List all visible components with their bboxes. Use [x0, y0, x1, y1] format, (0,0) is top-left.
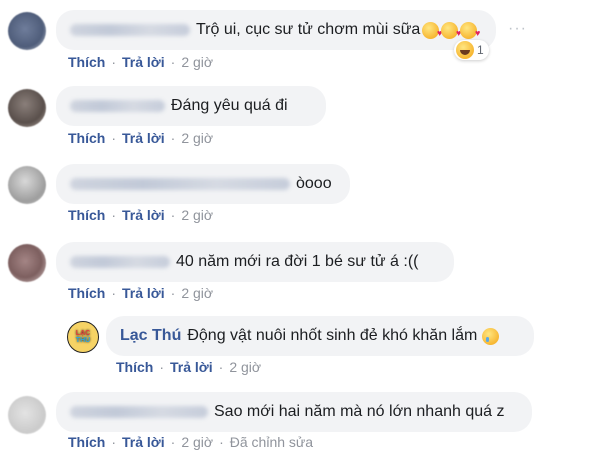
comment-actions: Thích · Trả lời · 2 giờ [68, 54, 213, 70]
page-avatar-text: LẠC [75, 330, 91, 337]
commenter-avatar[interactable] [8, 396, 46, 434]
heart-eyes-emoji-icon [460, 21, 480, 39]
commenter-name[interactable] [70, 178, 290, 190]
commenter-name[interactable] [70, 406, 208, 418]
reply-link[interactable]: Trả lời [122, 434, 165, 450]
separator-dot: · [170, 285, 176, 301]
heart-eyes-emoji-icon [441, 21, 461, 39]
separator-dot: · [111, 54, 117, 70]
crying-face-emoji-icon [482, 327, 500, 345]
comment-bubble: 40 năm mới ra đời 1 bé sư tử á :(( [56, 242, 454, 282]
comment-text: Sao mới hai năm mà nó lớn nhanh quá z [214, 403, 505, 420]
reply-text: Động vật nuôi nhốt sinh đẻ khó khăn lắm [187, 327, 478, 344]
timestamp[interactable]: 2 giờ [229, 359, 261, 375]
comment-actions: Thích · Trả lời · 2 giờ [68, 130, 213, 146]
commenter-avatar[interactable] [8, 12, 46, 50]
laugh-reaction-icon [456, 41, 474, 59]
timestamp[interactable]: 2 giờ [181, 54, 213, 70]
comment-actions: Thích · Trả lời · 2 giờ [68, 207, 213, 223]
reply-actions: Thích · Trả lời · 2 giờ [116, 359, 261, 375]
page-avatar[interactable]: LẠC THÚ [67, 321, 99, 353]
commenter-avatar[interactable] [8, 89, 46, 127]
commenter-avatar[interactable] [8, 166, 46, 204]
separator-dot: · [111, 130, 117, 146]
reaction-summary[interactable]: 1 [454, 40, 489, 60]
separator-dot: · [170, 207, 176, 223]
comment-text: òooo [296, 175, 332, 192]
reply-link[interactable]: Trả lời [122, 285, 165, 301]
reply-link[interactable]: Trả lời [170, 359, 213, 375]
reply-link[interactable]: Trả lời [122, 54, 165, 70]
separator-dot: · [170, 434, 176, 450]
timestamp[interactable]: 2 giờ [181, 434, 213, 450]
like-link[interactable]: Thích [68, 434, 105, 450]
separator-dot: · [170, 130, 176, 146]
reply-link[interactable]: Trả lời [122, 130, 165, 146]
separator-dot: · [111, 285, 117, 301]
comment-bubble: òooo [56, 164, 350, 204]
commenter-name[interactable] [70, 24, 190, 36]
separator-dot: · [111, 434, 117, 450]
commenter-name[interactable] [70, 256, 170, 268]
separator-dot: · [219, 434, 224, 450]
edited-label[interactable]: Đã chỉnh sửa [230, 434, 313, 450]
like-link[interactable]: Thích [116, 359, 153, 375]
comment-actions: Thích · Trả lời · 2 giờ · Đã chỉnh sửa [68, 434, 313, 450]
comment-text: Trộ ui, cục sư tử chơm mùi sữa [196, 21, 421, 38]
comment-bubble: Sao mới hai năm mà nó lớn nhanh quá z [56, 392, 532, 432]
reply-author[interactable]: Lạc Thú [120, 327, 181, 345]
timestamp[interactable]: 2 giờ [181, 285, 213, 301]
reaction-count: 1 [477, 43, 484, 57]
comment-actions: Thích · Trả lời · 2 giờ [68, 285, 213, 301]
commenter-name[interactable] [70, 100, 165, 112]
timestamp[interactable]: 2 giờ [181, 130, 213, 146]
separator-dot: · [159, 359, 165, 375]
page-avatar-text: THÚ [75, 337, 91, 344]
timestamp[interactable]: 2 giờ [181, 207, 213, 223]
like-link[interactable]: Thích [68, 130, 105, 146]
separator-dot: · [218, 359, 224, 375]
reply-bubble: Lạc Thú Động vật nuôi nhốt sinh đẻ khó k… [106, 316, 534, 356]
comment-bubble: Đáng yêu quá đi [56, 86, 326, 126]
commenter-avatar[interactable] [8, 244, 46, 282]
comment-text: Đáng yêu quá đi [171, 97, 288, 114]
comment-bubble: Trộ ui, cục sư tử chơm mùi sữa [56, 10, 496, 50]
like-link[interactable]: Thích [68, 54, 105, 70]
separator-dot: · [111, 207, 117, 223]
separator-dot: · [170, 54, 176, 70]
heart-eyes-emoji-icon [422, 21, 442, 39]
like-link[interactable]: Thích [68, 285, 105, 301]
comment-text: 40 năm mới ra đời 1 bé sư tử á :(( [176, 253, 419, 270]
like-link[interactable]: Thích [68, 207, 105, 223]
reply-link[interactable]: Trả lời [122, 207, 165, 223]
more-options-icon[interactable]: ··· [508, 20, 527, 38]
